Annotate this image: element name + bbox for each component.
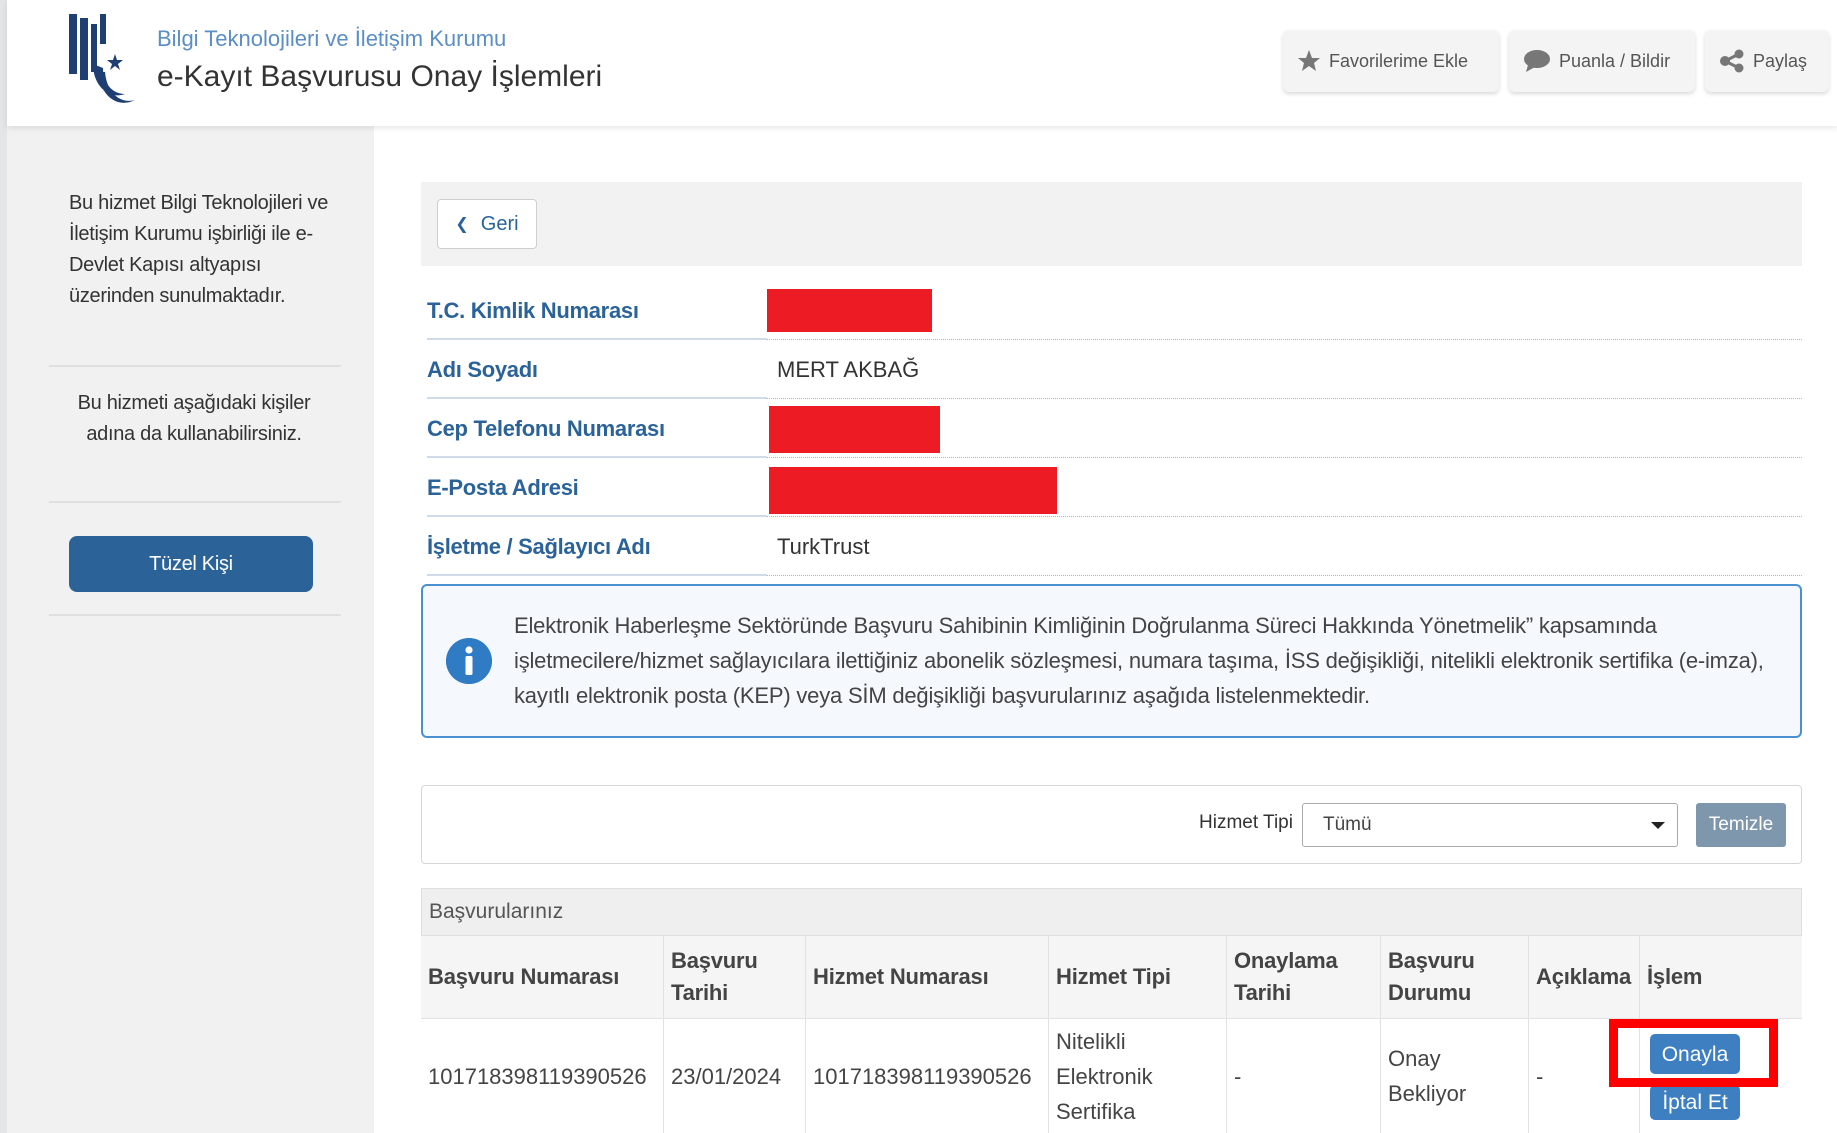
window-left-edge <box>0 0 7 1133</box>
approve-button[interactable]: Onayla <box>1650 1034 1740 1074</box>
chevron-left-icon: ❮ <box>455 216 469 233</box>
sidebar-divider <box>49 501 341 503</box>
cell-service-type: Nitelikli Elektronik Sertifika <box>1049 1019 1227 1133</box>
full-name-value: MERT AKBAĞ <box>767 340 1802 399</box>
column-header-application-date: Başvuru Tarihi <box>664 936 806 1018</box>
btk-logo-icon <box>69 14 135 103</box>
provider-row: İşletme / Sağlayıcı Adı TurkTrust <box>421 517 1802 576</box>
full-name-row: Adı Soyadı MERT AKBAĞ <box>421 340 1802 399</box>
column-header-service-number: Hizmet Numarası <box>806 936 1049 1018</box>
star-icon <box>1298 50 1320 71</box>
service-provider-note: Bu hizmet Bilgi Teknolojileri ve İletişi… <box>69 192 329 307</box>
service-type-selected-value: Tümü <box>1323 814 1372 835</box>
mobile-phone-row: Cep Telefonu Numarası <box>421 399 1802 458</box>
cell-application-status: Onay Bekliyor <box>1381 1019 1529 1133</box>
email-row: E-Posta Adresi <box>421 458 1802 517</box>
redaction-block <box>767 289 932 332</box>
clear-filter-button[interactable]: Temizle <box>1696 803 1786 847</box>
other-persons-note: Bu hizmeti aşağıdaki kişiler adına da ku… <box>77 392 311 445</box>
table-row: 101718398119390526 23/01/2024 1017183981… <box>421 1018 1802 1133</box>
page-header: Bilgi Teknolojileri ve İletişim Kurumu e… <box>7 0 1837 126</box>
filter-panel: Hizmet Tipi Tümü Temizle <box>421 785 1802 864</box>
rate-report-label: Puanla / Bildir <box>1559 50 1671 71</box>
mobile-phone-label: Cep Telefonu Numarası <box>427 399 767 458</box>
provider-value: TurkTrust <box>767 517 1802 576</box>
column-header-approval-date: Onaylama Tarihi <box>1227 936 1381 1018</box>
tc-number-label: T.C. Kimlik Numarası <box>427 281 767 340</box>
add-to-favorites-label: Favorilerime Ekle <box>1329 50 1469 71</box>
service-type-filter-label: Hizmet Tipi <box>1199 812 1293 833</box>
sidebar-divider <box>49 614 341 616</box>
organization-name[interactable]: Bilgi Teknolojileri ve İletişim Kurumu <box>157 26 506 52</box>
applications-table-header: Başvuru Numarası Başvuru Tarihi Hizmet N… <box>421 936 1802 1018</box>
service-type-select[interactable]: Tümü <box>1302 803 1678 847</box>
redaction-block <box>769 406 940 453</box>
cell-approval-date: - <box>1227 1019 1381 1133</box>
cell-application-date: 23/01/2024 <box>664 1019 806 1133</box>
share-icon <box>1720 49 1744 73</box>
back-button-label: Geri <box>480 212 519 235</box>
sidebar-divider <box>49 365 341 367</box>
rate-report-button[interactable]: Puanla / Bildir <box>1509 30 1695 92</box>
back-button[interactable]: ❮ Geri <box>437 199 537 249</box>
column-header-description: Açıklama <box>1529 936 1640 1018</box>
applications-table-caption: Başvurularınız <box>421 888 1802 936</box>
redaction-block <box>769 467 1057 514</box>
notice-text: Elektronik Haberleşme Sektöründe Başvuru… <box>514 613 1764 708</box>
caret-down-icon <box>1651 822 1665 829</box>
cell-application-number: 101718398119390526 <box>421 1019 664 1133</box>
column-header-action: İşlem <box>1647 964 1703 989</box>
email-value <box>767 458 1802 517</box>
legal-entity-button[interactable]: Tüzel Kişi <box>69 536 313 592</box>
cell-service-number: 101718398119390526 <box>806 1019 1049 1133</box>
back-toolbar: ❮ Geri <box>421 182 1802 266</box>
share-button[interactable]: Paylaş <box>1705 30 1829 92</box>
sidebar: Bu hizmet Bilgi Teknolojileri ve İletişi… <box>7 126 374 1133</box>
add-to-favorites-button[interactable]: Favorilerime Ekle <box>1283 30 1499 92</box>
cell-action: Onayla İptal Et <box>1640 1019 1802 1133</box>
cancel-application-button[interactable]: İptal Et <box>1650 1085 1740 1120</box>
full-name-label: Adı Soyadı <box>427 340 767 399</box>
info-notice: Elektronik Haberleşme Sektöründe Başvuru… <box>421 584 1802 738</box>
tc-number-row: T.C. Kimlik Numarası <box>421 281 1802 340</box>
email-label: E-Posta Adresi <box>427 458 767 517</box>
column-header-service-type: Hizmet Tipi <box>1049 936 1227 1018</box>
info-icon <box>446 638 492 684</box>
mobile-phone-value <box>767 399 1802 458</box>
tc-number-value <box>767 281 1802 340</box>
share-label: Paylaş <box>1753 50 1808 71</box>
column-header-application-status: Başvuru Durumu <box>1381 936 1529 1018</box>
column-header-application-number: Başvuru Numarası <box>421 936 664 1018</box>
cell-description: - <box>1529 1019 1640 1133</box>
page-title: e-Kayıt Başvurusu Onay İşlemleri <box>157 60 603 93</box>
provider-label: İşletme / Sağlayıcı Adı <box>427 517 767 576</box>
speech-bubble-icon <box>1524 50 1550 72</box>
